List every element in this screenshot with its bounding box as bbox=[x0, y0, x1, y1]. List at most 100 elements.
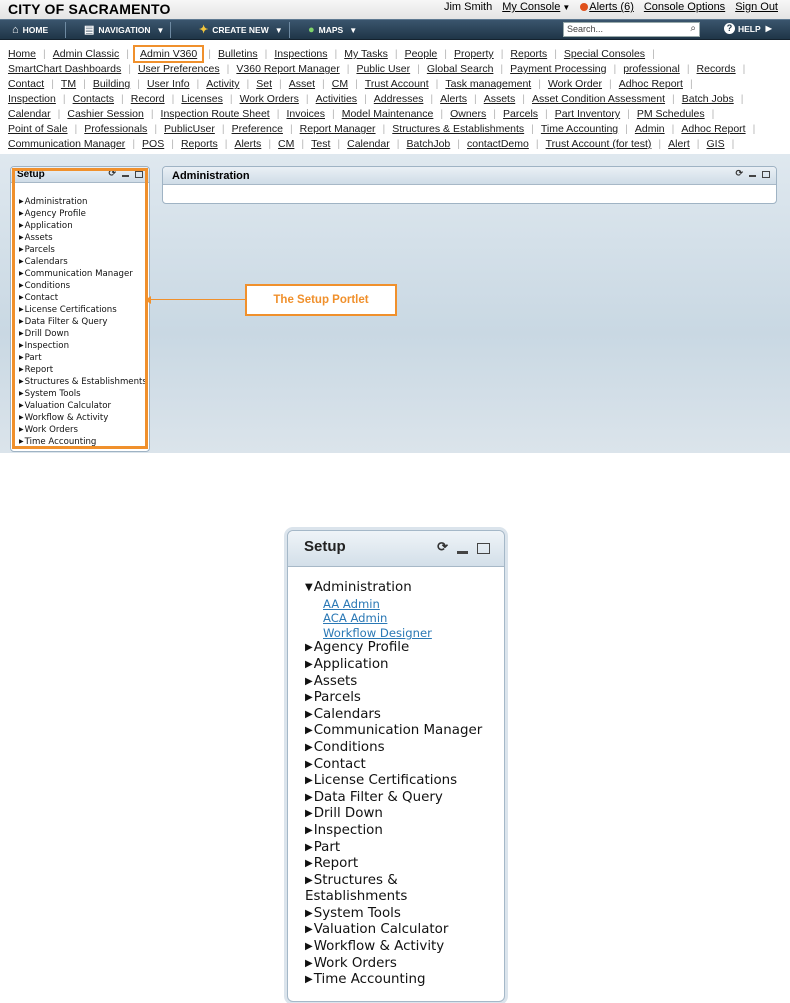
refresh-icon[interactable]: ⟳ bbox=[735, 168, 743, 179]
triangle-down-icon[interactable]: ▼ bbox=[305, 582, 313, 593]
setup-item-system-tools[interactable]: System Tools bbox=[19, 388, 149, 400]
maximize-icon[interactable] bbox=[762, 171, 770, 178]
link-asset[interactable]: Asset bbox=[289, 78, 315, 90]
link-workflow-designer[interactable]: Workflow Designer bbox=[323, 626, 432, 640]
setup-item-application[interactable]: Application bbox=[19, 220, 149, 232]
setup-item-license-certifications[interactable]: License Certifications bbox=[19, 304, 149, 316]
link-inspections[interactable]: Inspections bbox=[274, 48, 327, 60]
my-console-link[interactable]: My Console bbox=[502, 1, 560, 13]
triangle-right-icon[interactable]: ▶ bbox=[305, 692, 313, 703]
triangle-right-icon[interactable]: ▶ bbox=[305, 974, 313, 985]
link-calendar[interactable]: Calendar bbox=[8, 108, 51, 120]
setup-item-inspection[interactable]: ▶Inspection bbox=[305, 823, 504, 840]
setup-item-communication-manager[interactable]: ▶Communication Manager bbox=[305, 723, 504, 740]
link-trust-account[interactable]: Trust Account bbox=[365, 78, 429, 90]
setup-item-report[interactable]: ▶Report bbox=[305, 856, 504, 873]
link-point-of-sale[interactable]: Point of Sale bbox=[8, 123, 68, 135]
triangle-right-icon[interactable]: ▶ bbox=[305, 775, 313, 786]
link-time-accounting[interactable]: Time Accounting bbox=[541, 123, 618, 135]
triangle-right-icon[interactable]: ▶ bbox=[305, 858, 313, 869]
alerts-link[interactable]: Alerts (6) bbox=[589, 1, 634, 13]
refresh-icon[interactable]: ⟳ bbox=[437, 539, 448, 555]
link-publicuser[interactable]: PublicUser bbox=[164, 123, 215, 135]
link-asset-condition-assessment[interactable]: Asset Condition Assessment bbox=[532, 93, 665, 105]
link-public-user[interactable]: Public User bbox=[356, 63, 410, 75]
link-model-maintenance[interactable]: Model Maintenance bbox=[342, 108, 434, 120]
setup-item-workflow-and-activity[interactable]: Workflow & Activity bbox=[19, 412, 149, 424]
setup-item-agency-profile[interactable]: ▶Agency Profile bbox=[305, 640, 504, 657]
link-communication-manager[interactable]: Communication Manager bbox=[8, 138, 125, 150]
triangle-right-icon[interactable]: ▶ bbox=[305, 742, 313, 753]
setup-item-conditions[interactable]: Conditions bbox=[19, 280, 149, 292]
setup-item-work-orders[interactable]: Work Orders bbox=[19, 424, 149, 436]
triangle-right-icon[interactable]: ▶ bbox=[305, 825, 313, 836]
link-global-search[interactable]: Global Search bbox=[427, 63, 494, 75]
my-console-menu[interactable]: My Console ▼ bbox=[502, 1, 570, 13]
link-report-manager[interactable]: Report Manager bbox=[300, 123, 376, 135]
link-pos[interactable]: POS bbox=[142, 138, 164, 150]
triangle-right-icon[interactable]: ▶ bbox=[305, 709, 313, 720]
setup-item-drill-down[interactable]: ▶Drill Down bbox=[305, 806, 504, 823]
link-activities[interactable]: Activities bbox=[316, 93, 357, 105]
setup-item-valuation-calculator[interactable]: ▶Valuation Calculator bbox=[305, 922, 504, 939]
link-adhoc-report[interactable]: Adhoc Report bbox=[681, 123, 745, 135]
setup-item-agency-profile[interactable]: Agency Profile bbox=[19, 208, 149, 220]
setup-item-valuation-calculator[interactable]: Valuation Calculator bbox=[19, 400, 149, 412]
triangle-right-icon[interactable]: ▶ bbox=[305, 958, 313, 969]
setup-item-work-orders[interactable]: ▶Work Orders bbox=[305, 956, 504, 973]
help-button[interactable]: ? HELP ▶ bbox=[724, 23, 772, 34]
maximize-icon[interactable] bbox=[477, 543, 490, 554]
triangle-right-icon[interactable]: ▶ bbox=[305, 941, 313, 952]
link-admin-classic[interactable]: Admin Classic bbox=[53, 48, 120, 60]
link-part-inventory[interactable]: Part Inventory bbox=[555, 108, 620, 120]
link-work-order[interactable]: Work Order bbox=[548, 78, 602, 90]
minimize-icon[interactable] bbox=[457, 551, 468, 554]
link-inspection-route-sheet[interactable]: Inspection Route Sheet bbox=[161, 108, 270, 120]
link-inspection[interactable]: Inspection bbox=[8, 93, 56, 105]
link-task-management[interactable]: Task management bbox=[445, 78, 531, 90]
navigation-button[interactable]: ▤ NAVIGATION ▼ bbox=[84, 23, 164, 37]
link-invoices[interactable]: Invoices bbox=[286, 108, 325, 120]
link-work-orders[interactable]: Work Orders bbox=[240, 93, 299, 105]
setup-item-conditions[interactable]: ▶Conditions bbox=[305, 740, 504, 757]
link-contacts[interactable]: Contacts bbox=[73, 93, 114, 105]
link-contact[interactable]: Contact bbox=[8, 78, 44, 90]
triangle-right-icon[interactable]: ▶ bbox=[305, 924, 313, 935]
search-icon[interactable]: ⌕ bbox=[690, 23, 696, 34]
link-set[interactable]: Set bbox=[256, 78, 272, 90]
create-new-button[interactable]: ✦ CREATE NEW ▼ bbox=[199, 23, 283, 37]
setup-item-part[interactable]: ▶Part bbox=[305, 840, 504, 857]
setup-item-communication-manager[interactable]: Communication Manager bbox=[19, 268, 149, 280]
minimize-icon[interactable] bbox=[122, 175, 129, 177]
setup-item-system-tools[interactable]: ▶System Tools bbox=[305, 906, 504, 923]
link-v360-report-manager[interactable]: V360 Report Manager bbox=[236, 63, 339, 75]
setup-item-time-accounting[interactable]: ▶Time Accounting bbox=[305, 972, 504, 989]
link-preference[interactable]: Preference bbox=[232, 123, 283, 135]
setup-item-structures-and-establishments[interactable]: Structures & Establishments bbox=[19, 376, 149, 388]
link-licenses[interactable]: Licenses bbox=[181, 93, 222, 105]
link-batchjob[interactable]: BatchJob bbox=[406, 138, 450, 150]
triangle-right-icon[interactable]: ▶ bbox=[305, 642, 313, 653]
console-options-link[interactable]: Console Options bbox=[644, 1, 725, 13]
link-tm[interactable]: TM bbox=[61, 78, 76, 90]
setup-item-data-filter-and-query[interactable]: ▶Data Filter & Query bbox=[305, 790, 504, 807]
link-parcels[interactable]: Parcels bbox=[503, 108, 538, 120]
setup-item-contact[interactable]: ▶Contact bbox=[305, 757, 504, 774]
link-cashier-session[interactable]: Cashier Session bbox=[67, 108, 143, 120]
link-alerts[interactable]: Alerts bbox=[234, 138, 261, 150]
triangle-right-icon[interactable]: ▶ bbox=[305, 808, 313, 819]
link-my-tasks[interactable]: My Tasks bbox=[344, 48, 388, 60]
sign-out-link[interactable]: Sign Out bbox=[735, 1, 778, 13]
maximize-icon[interactable] bbox=[135, 171, 143, 178]
triangle-right-icon[interactable]: ▶ bbox=[305, 725, 313, 736]
setup-item-parcels[interactable]: Parcels bbox=[19, 244, 149, 256]
link-cm[interactable]: CM bbox=[332, 78, 348, 90]
link-admin[interactable]: Admin bbox=[635, 123, 665, 135]
link-trust-account-for-test[interactable]: Trust Account (for test) bbox=[546, 138, 652, 150]
link-records[interactable]: Records bbox=[697, 63, 736, 75]
triangle-right-icon[interactable]: ▶ bbox=[305, 875, 313, 886]
link-addresses[interactable]: Addresses bbox=[374, 93, 424, 105]
triangle-right-icon[interactable]: ▶ bbox=[305, 676, 313, 687]
maps-button[interactable]: ● MAPS ▼ bbox=[308, 23, 357, 37]
link-alerts[interactable]: Alerts bbox=[440, 93, 467, 105]
